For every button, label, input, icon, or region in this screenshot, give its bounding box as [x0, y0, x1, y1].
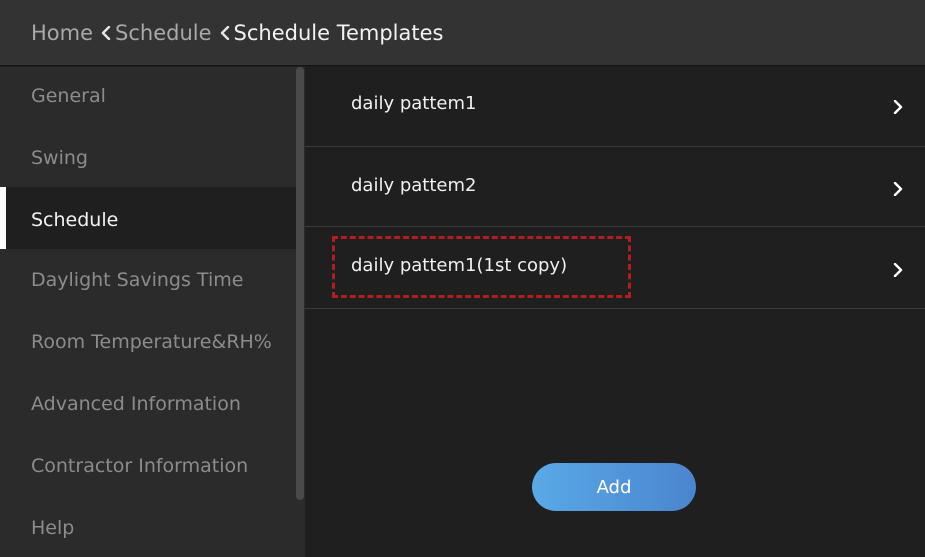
- template-label: daily pattem1: [351, 93, 477, 114]
- sidebar-item-general[interactable]: General: [0, 67, 296, 129]
- sidebar-item-label: Room Temperature&RH%: [31, 331, 272, 353]
- sidebar-item-label: Daylight Savings Time: [31, 269, 244, 291]
- chevron-left-icon: [101, 25, 111, 40]
- add-button[interactable]: Add: [532, 463, 696, 511]
- sidebar-item-help[interactable]: Help: [0, 497, 296, 557]
- list-item-template-3[interactable]: daily pattem1(1st copy): [305, 227, 925, 309]
- sidebar: General Swing Schedule Daylight Savings …: [0, 67, 305, 557]
- active-indicator: [0, 187, 6, 249]
- template-list: daily pattem1 daily pattem2 daily pattem…: [305, 67, 925, 557]
- sidebar-item-room-temperature[interactable]: Room Temperature&RH%: [0, 311, 296, 373]
- sidebar-item-label: Contractor Information: [31, 455, 249, 477]
- sidebar-item-contractor-information[interactable]: Contractor Information: [0, 435, 296, 497]
- template-label: daily pattem2: [351, 175, 477, 196]
- sidebar-item-label: Schedule: [31, 209, 119, 231]
- page-title: Schedule Templates: [233, 20, 444, 45]
- sidebar-item-label: Swing: [31, 147, 88, 169]
- sidebar-item-label: General: [31, 85, 106, 107]
- list-item-template-1[interactable]: daily pattem1: [305, 67, 925, 147]
- sidebar-scrollbar[interactable]: [296, 67, 304, 500]
- sidebar-item-label: Help: [31, 517, 75, 539]
- sidebar-item-schedule[interactable]: Schedule: [0, 187, 296, 249]
- breadcrumb: Home Schedule Schedule Templates: [0, 0, 925, 66]
- chevron-right-icon: [893, 182, 903, 196]
- list-item-template-2[interactable]: daily pattem2: [305, 147, 925, 227]
- sidebar-item-advanced-information[interactable]: Advanced Information: [0, 373, 296, 435]
- template-label: daily pattem1(1st copy): [351, 255, 568, 276]
- sidebar-item-daylight-savings-time[interactable]: Daylight Savings Time: [0, 249, 296, 311]
- breadcrumb-home[interactable]: Home: [31, 21, 93, 45]
- chevron-left-icon: [220, 25, 230, 40]
- chevron-right-icon: [893, 100, 903, 114]
- sidebar-item-swing[interactable]: Swing: [0, 129, 296, 191]
- screen: Home Schedule Schedule Templates General…: [0, 0, 925, 557]
- breadcrumb-schedule[interactable]: Schedule: [115, 21, 212, 45]
- sidebar-item-label: Advanced Information: [31, 393, 241, 415]
- chevron-right-icon: [893, 263, 903, 277]
